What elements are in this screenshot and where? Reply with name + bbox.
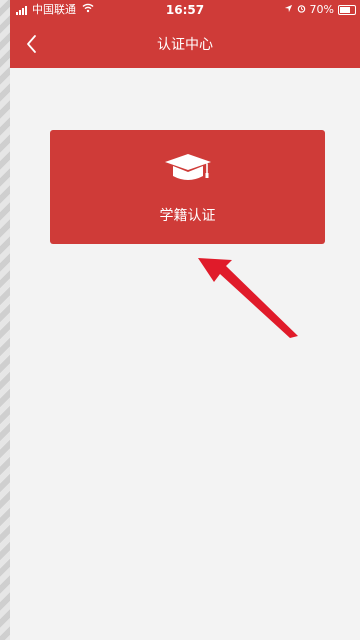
location-icon: [284, 0, 293, 20]
status-bar: 中国联通 16:57 70%: [10, 0, 360, 20]
battery-percent: 70%: [309, 3, 334, 16]
nav-bar: 认证中心: [10, 22, 360, 68]
graduation-cap-icon: [165, 154, 211, 180]
student-status-card[interactable]: 学籍认证: [50, 130, 325, 244]
card-label: 学籍认证: [159, 208, 216, 224]
status-right: 70%: [284, 0, 356, 20]
app-screen: 中国联通 16:57 70% 认证中心 学籍认证: [10, 0, 360, 640]
battery-icon: [338, 5, 356, 15]
page-title: 认证中心: [157, 37, 213, 53]
header: 中国联通 16:57 70% 认证中心: [10, 0, 360, 68]
annotation-arrow: [198, 258, 298, 338]
alarm-icon: [297, 0, 306, 20]
